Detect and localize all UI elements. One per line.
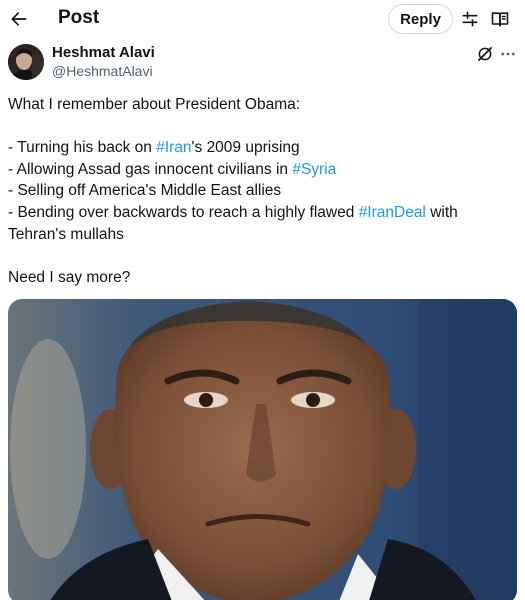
grok-button[interactable] [474,43,496,65]
arrow-left-icon [11,12,27,26]
more-horizontal-icon [501,52,515,56]
author-handle[interactable]: @HeshmatAlavi [52,63,153,79]
tweet-closing: Need I say more? [8,268,131,286]
hashtag-irandeal[interactable]: #IranDeal [359,204,426,221]
tweet-bullet-4-continued: Tehran's mullahs [8,225,124,243]
bullet-text: - Turning his back on [8,139,157,157]
tweet-bullet-2: - Allowing Assad gas innocent civilians … [8,159,513,181]
tweet-media[interactable] [8,299,517,600]
bullet-text: - Bending over backwards to reach a high… [8,203,359,221]
reader-button[interactable] [489,8,511,30]
reply-button[interactable]: Reply [388,4,453,34]
tweet-bullet-3: - Selling off America's Middle East alli… [8,182,282,200]
bullet-text: with [425,203,458,221]
avatar[interactable] [8,44,44,80]
sliders-icon [462,11,478,27]
tweet-bullet-4: - Bending over backwards to reach a high… [8,202,513,224]
hashtag-iran[interactable]: #Iran [156,139,191,156]
profile-photo [8,44,44,80]
author-name[interactable]: Heshmat Alavi [52,44,155,61]
media-photo [8,299,517,600]
top-bar: Post Reply [0,0,525,38]
hashtag-syria[interactable]: #Syria [292,161,336,178]
book-open-icon [491,12,509,27]
grok-icon [478,47,492,61]
page-title: Post [58,7,100,28]
bullet-text: - Allowing Assad gas innocent civilians … [8,160,293,178]
tweet-bullet-1: - Turning his back on #Iran's 2009 upris… [8,137,513,159]
bullet-text: 's 2009 uprising [191,139,300,157]
filter-button[interactable] [459,8,481,30]
tweet-text: What I remember about President Obama: -… [8,94,513,288]
more-button[interactable] [497,43,519,65]
tweet-intro: What I remember about President Obama: [8,96,301,113]
back-button[interactable] [6,6,32,32]
